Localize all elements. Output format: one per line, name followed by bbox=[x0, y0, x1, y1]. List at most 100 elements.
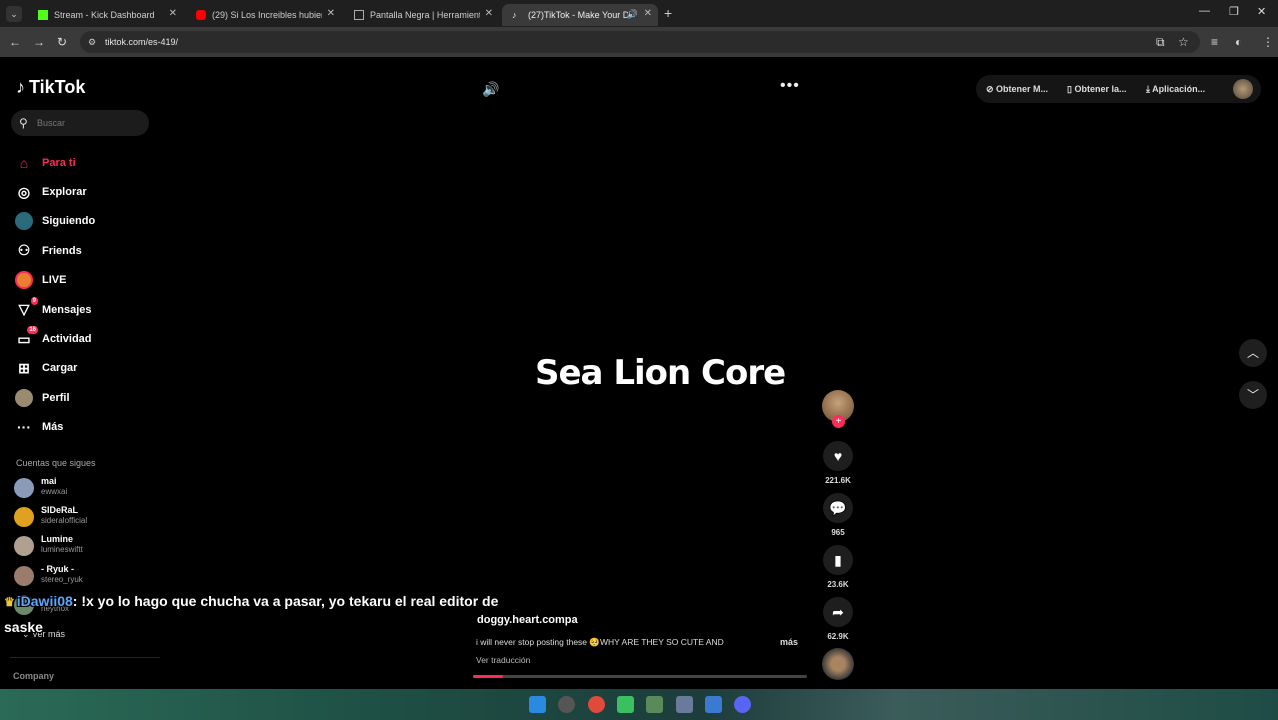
nav-item-live[interactable]: LIVE bbox=[14, 266, 164, 295]
heart-icon: ♥ bbox=[823, 441, 853, 471]
install-app-icon[interactable]: ⧉ bbox=[1156, 35, 1165, 50]
translate-link[interactable]: Ver traducción bbox=[476, 655, 530, 665]
close-icon[interactable]: ✕ bbox=[485, 8, 493, 19]
like-button[interactable]: ♥ 221.6K bbox=[822, 441, 854, 485]
comment-button[interactable]: 💬 965 bbox=[822, 493, 854, 537]
tab-search-button[interactable]: ⌄ bbox=[6, 6, 22, 22]
friends-icon: ⚇ bbox=[17, 242, 31, 259]
more-options-icon[interactable]: ••• bbox=[780, 77, 800, 95]
url-bar[interactable]: ⚙ tiktok.com/es-419/ bbox=[80, 31, 1200, 53]
volume-icon[interactable]: 🔊 bbox=[482, 81, 499, 98]
discord-icon[interactable] bbox=[734, 696, 751, 713]
nav-item-mas[interactable]: ··· Más bbox=[14, 413, 164, 442]
messages-badge: 9 bbox=[30, 296, 38, 305]
following-icon bbox=[14, 211, 34, 231]
close-icon[interactable]: ✕ bbox=[644, 8, 652, 19]
maximize-button[interactable]: ❐ bbox=[1229, 5, 1239, 18]
get-app-button[interactable]: ▯ Obtener la... bbox=[1067, 84, 1126, 95]
site-info-icon[interactable]: ⚙ bbox=[88, 37, 96, 48]
live-icon bbox=[14, 270, 34, 290]
bookmark-icon: ▮ bbox=[823, 545, 853, 575]
follow-plus-icon[interactable]: + bbox=[832, 415, 845, 428]
download-app-button[interactable]: ⤓ Aplicación... bbox=[1146, 84, 1205, 95]
search-icon: ⚲ bbox=[19, 116, 28, 130]
profile-icon[interactable]: ◐ bbox=[1235, 35, 1242, 49]
save-button[interactable]: ▮ 23.6K bbox=[822, 545, 854, 589]
nav-item-friends[interactable]: ⚇ Friends bbox=[14, 236, 164, 265]
window-close-button[interactable]: ✕ bbox=[1257, 5, 1266, 18]
address-toolbar: ← → ↻ ⚙ tiktok.com/es-419/ ⧉ ☆ ≡ ◐ ⋮ bbox=[0, 27, 1278, 57]
music-disc-icon[interactable] bbox=[822, 648, 854, 680]
stream-chat-message: ♛ iDawii08: !x yo lo hago que chucha va a… bbox=[4, 589, 564, 640]
bookmark-star-icon[interactable]: ☆ bbox=[1178, 35, 1189, 49]
media-controls-icon[interactable]: ≡ bbox=[1211, 35, 1218, 49]
chat-username: iDawii08 bbox=[16, 593, 73, 609]
description-more-button[interactable]: más bbox=[780, 637, 798, 647]
video-progress-bar[interactable] bbox=[473, 675, 807, 678]
tiktok-logo[interactable]: ♪ TikTok bbox=[16, 77, 85, 98]
close-icon[interactable]: ✕ bbox=[169, 8, 177, 19]
avatar bbox=[14, 536, 34, 556]
tiktok-note-icon: ♪ bbox=[16, 77, 25, 97]
previous-video-button[interactable]: ︿ bbox=[1239, 339, 1267, 367]
get-coins-button[interactable]: ⊘ Obtener M... bbox=[986, 84, 1048, 95]
following-account[interactable]: Lumine lumineswiftt bbox=[14, 533, 154, 559]
avatar bbox=[14, 566, 34, 586]
avatar bbox=[14, 507, 34, 527]
following-account[interactable]: - Ryuk - stereo_ryuk bbox=[14, 563, 154, 589]
messages-icon: ▽ 9 bbox=[18, 296, 38, 318]
new-tab-button[interactable]: + bbox=[664, 5, 672, 21]
tab-kick[interactable]: Stream - Kick Dashboard ✕ bbox=[28, 4, 183, 26]
nav-item-cargar[interactable]: ⊞ Cargar bbox=[14, 354, 164, 383]
tab-black-screen[interactable]: Pantalla Negra | Herramienta en ✕ bbox=[344, 4, 499, 26]
compass-icon: ◎ bbox=[17, 183, 31, 200]
minimize-button[interactable]: — bbox=[1199, 5, 1210, 17]
share-count: 62.9K bbox=[827, 632, 849, 641]
app-icon[interactable] bbox=[558, 696, 575, 713]
tab-strip: ⌄ Stream - Kick Dashboard ✕ (29) Si Los … bbox=[0, 0, 1278, 27]
like-count: 221.6K bbox=[825, 476, 851, 485]
user-avatar[interactable] bbox=[1233, 79, 1253, 99]
following-section-title: Cuentas que sigues bbox=[16, 458, 96, 468]
following-account[interactable]: mai ewwxai bbox=[14, 475, 154, 501]
tab-youtube[interactable]: (29) Si Los Increibles hubieran te ✕ bbox=[186, 4, 341, 26]
windows-start-icon[interactable] bbox=[529, 696, 546, 713]
company-link[interactable]: Company bbox=[13, 671, 54, 681]
more-icon: ··· bbox=[17, 419, 31, 436]
settings-icon[interactable] bbox=[676, 696, 693, 713]
search-input[interactable]: ⚲ Buscar bbox=[11, 110, 149, 136]
nav-item-mensajes[interactable]: ▽ 9 Mensajes bbox=[14, 295, 164, 324]
screen: { "browser": { "tabs": [ {"title": "Stre… bbox=[0, 0, 1278, 720]
tab-tiktok[interactable]: ♪ (27)TikTok - Make Your Day 🔊 ✕ bbox=[502, 4, 658, 26]
audio-playing-icon[interactable]: 🔊 bbox=[627, 9, 638, 20]
crown-icon: ♛ bbox=[4, 595, 15, 609]
minecraft-icon[interactable] bbox=[617, 696, 634, 713]
reload-button[interactable]: ↻ bbox=[57, 35, 67, 49]
next-video-button[interactable]: ﹀ bbox=[1239, 381, 1267, 409]
sidebar-nav: ⌂ Para ti ◎ Explorar Siguiendo ⚇ Friends… bbox=[14, 148, 164, 442]
app-icon[interactable] bbox=[646, 696, 663, 713]
video-overlay-text: Sea Lion Core bbox=[535, 353, 786, 393]
header-actions: ⊘ Obtener M... ▯ Obtener la... ⤓ Aplicac… bbox=[976, 75, 1261, 103]
kick-icon bbox=[38, 10, 48, 20]
url-text: tiktok.com/es-419/ bbox=[105, 37, 179, 47]
nav-item-explorar[interactable]: ◎ Explorar bbox=[14, 177, 164, 206]
video-progress-fill bbox=[473, 675, 504, 678]
browser-menu-icon[interactable]: ⋮ bbox=[1262, 35, 1274, 49]
nav-item-actividad[interactable]: ▭ 16 Actividad bbox=[14, 324, 164, 353]
forward-button[interactable]: → bbox=[33, 35, 45, 49]
divider bbox=[10, 657, 160, 658]
close-icon[interactable]: ✕ bbox=[327, 8, 335, 19]
share-button[interactable]: ➦ 62.9K bbox=[822, 597, 854, 641]
chat-text-continued: saske bbox=[4, 619, 43, 635]
following-account[interactable]: SIDeRaL sideralofficial bbox=[14, 504, 154, 530]
nav-item-siguiendo[interactable]: Siguiendo bbox=[14, 207, 164, 236]
back-button[interactable]: ← bbox=[9, 35, 21, 49]
save-count: 23.6K bbox=[827, 580, 849, 589]
chrome-icon[interactable] bbox=[588, 696, 605, 713]
photos-icon[interactable] bbox=[705, 696, 722, 713]
nav-item-perfil[interactable]: Perfil bbox=[14, 383, 164, 412]
tiktok-icon: ♪ bbox=[512, 10, 517, 20]
taskbar bbox=[0, 689, 1278, 720]
nav-item-para-ti[interactable]: ⌂ Para ti bbox=[14, 148, 164, 177]
